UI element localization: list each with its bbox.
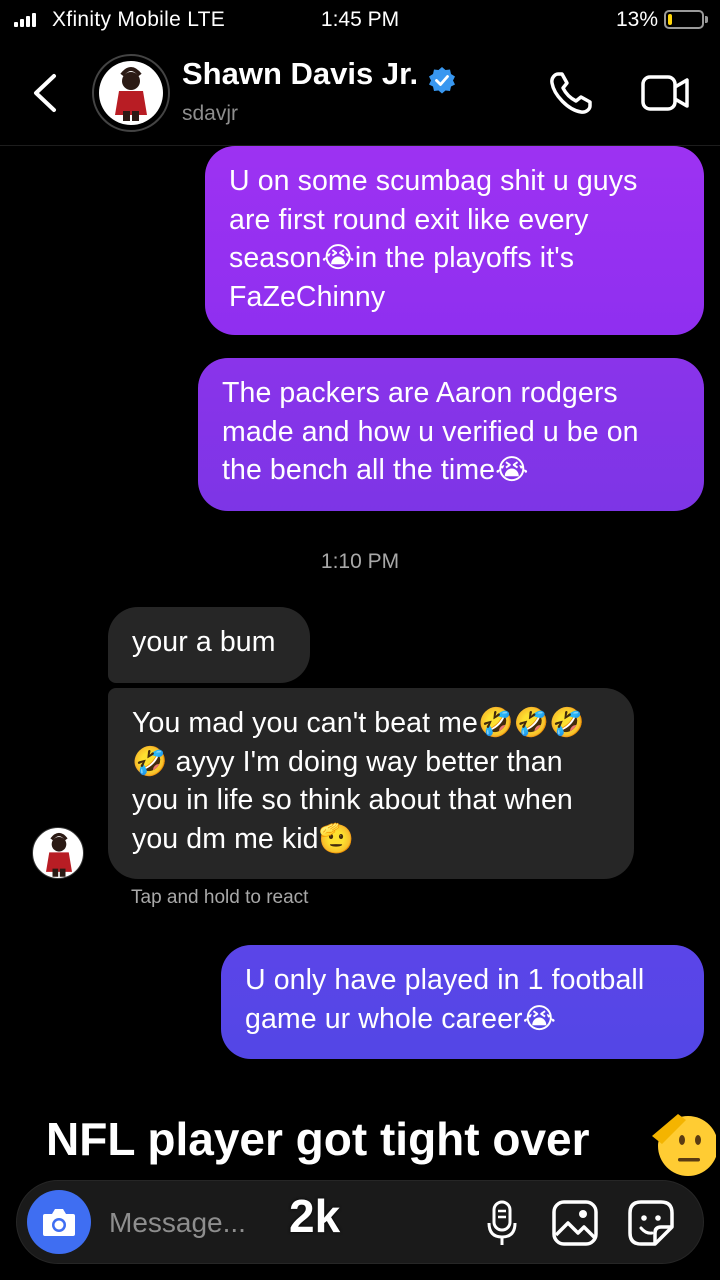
gallery-button[interactable] (551, 1199, 599, 1247)
phone-icon (550, 72, 592, 114)
back-arrow-icon (34, 74, 56, 112)
sent-message[interactable]: The packers are Aaron rodgers made and h… (198, 358, 704, 511)
avatar (99, 61, 163, 125)
video-caption: NFL player got tight over (46, 1113, 590, 1165)
sent-message[interactable]: U on some scumbag shit u guys are first … (205, 146, 704, 335)
battery-icon (664, 10, 708, 29)
camera-button[interactable] (27, 1190, 91, 1254)
sticker-icon (628, 1200, 674, 1246)
video-camera-icon (641, 75, 689, 111)
react-hint: Tap and hold to react (131, 887, 309, 908)
battery-percent: 13% (615, 8, 658, 31)
status-time: 1:45 PM (320, 8, 400, 31)
message-composer: 2k (16, 1180, 704, 1264)
sticker-button[interactable] (627, 1199, 675, 1247)
verified-badge-icon (429, 67, 455, 94)
back-button[interactable] (28, 70, 64, 116)
battery-fill (668, 14, 673, 25)
message-timestamp: 1:10 PM (320, 550, 400, 573)
sender-avatar[interactable] (32, 827, 84, 879)
microphone-icon (487, 1200, 517, 1245)
received-message[interactable]: your a bum (108, 607, 310, 683)
overlay-count: 2k (289, 1190, 341, 1242)
received-message[interactable]: You mad you can't beat me🤣🤣🤣🤣 ayyy I'm d… (108, 688, 634, 879)
contact-avatar[interactable] (92, 54, 170, 132)
contact-name[interactable]: Shawn Davis Jr. (182, 56, 418, 92)
status-bar: Xfinity Mobile LTE 1:45 PM 13% (0, 0, 720, 40)
sent-message[interactable]: U only have played in 1 football game ur… (221, 945, 704, 1059)
saluting-face-emoji-icon (652, 1114, 716, 1176)
message-input[interactable] (109, 1203, 279, 1243)
contact-username[interactable]: sdavjr (182, 102, 238, 126)
camera-icon (43, 1209, 75, 1236)
gallery-icon (552, 1200, 598, 1246)
chat-header: Shawn Davis Jr. sdavjr (0, 40, 720, 146)
voice-message-button[interactable] (485, 1199, 519, 1247)
video-call-button[interactable] (640, 72, 690, 114)
voice-call-button[interactable] (548, 70, 594, 116)
